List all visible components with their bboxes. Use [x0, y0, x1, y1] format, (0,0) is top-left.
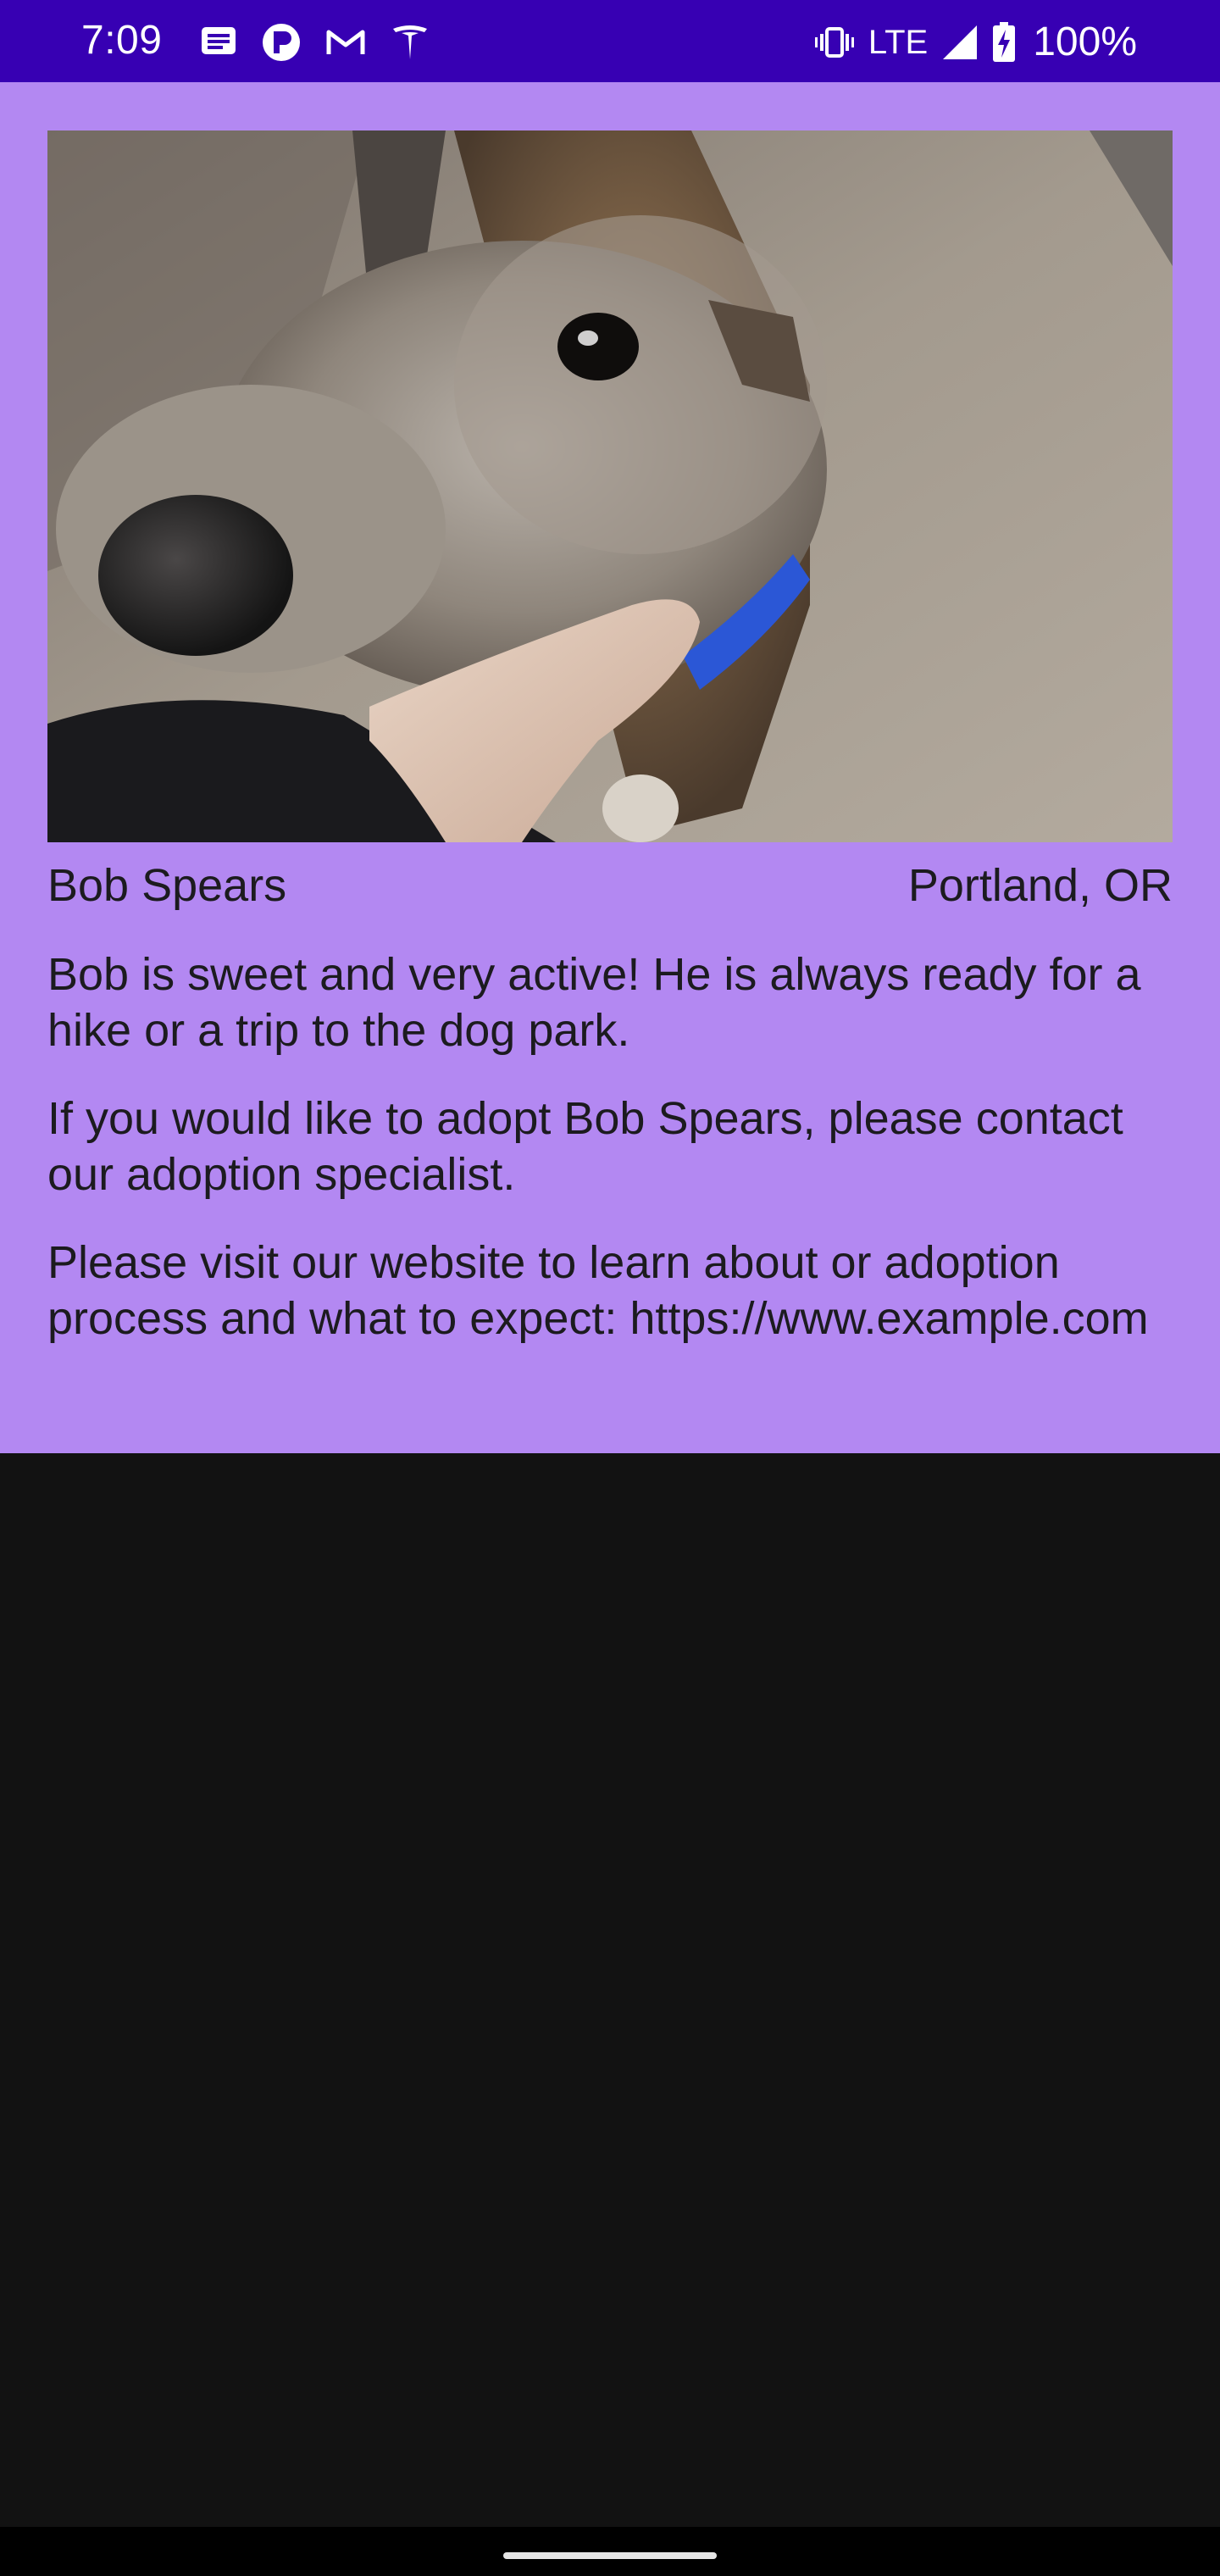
- network-type: LTE: [868, 24, 929, 61]
- status-time: 7:09: [81, 18, 163, 63]
- adopt-message: If you would like to adopt Bob Spears, p…: [47, 1093, 1123, 1200]
- signal-icon: [941, 24, 979, 61]
- pet-description: Bob is sweet and very active! He is alwa…: [47, 949, 1141, 1056]
- battery-charging-icon: [992, 22, 1016, 63]
- navigation-bar: [0, 2527, 1220, 2576]
- messages-icon: [200, 25, 237, 59]
- status-bar: 7:09 LTE 100%: [0, 0, 1220, 82]
- pet-location: Portland, OR: [907, 860, 1173, 911]
- pet-detail-card: Bob Spears Portland, OR Bob is sweet and…: [0, 82, 1220, 1453]
- website-message: Please visit our website to learn about …: [47, 1237, 1149, 1344]
- notification-icons: [200, 19, 430, 66]
- system-icons: LTE 100%: [814, 17, 1137, 68]
- pet-name: Bob Spears: [47, 860, 287, 911]
- battery-percent: 100%: [1033, 19, 1137, 64]
- home-gesture-handle[interactable]: [503, 2552, 717, 2559]
- vibrate-icon: [814, 25, 855, 59]
- gmail-icon: [325, 27, 366, 58]
- tesla-icon: [390, 22, 430, 63]
- app-p-icon: [261, 22, 302, 63]
- pet-photo: [47, 130, 1173, 842]
